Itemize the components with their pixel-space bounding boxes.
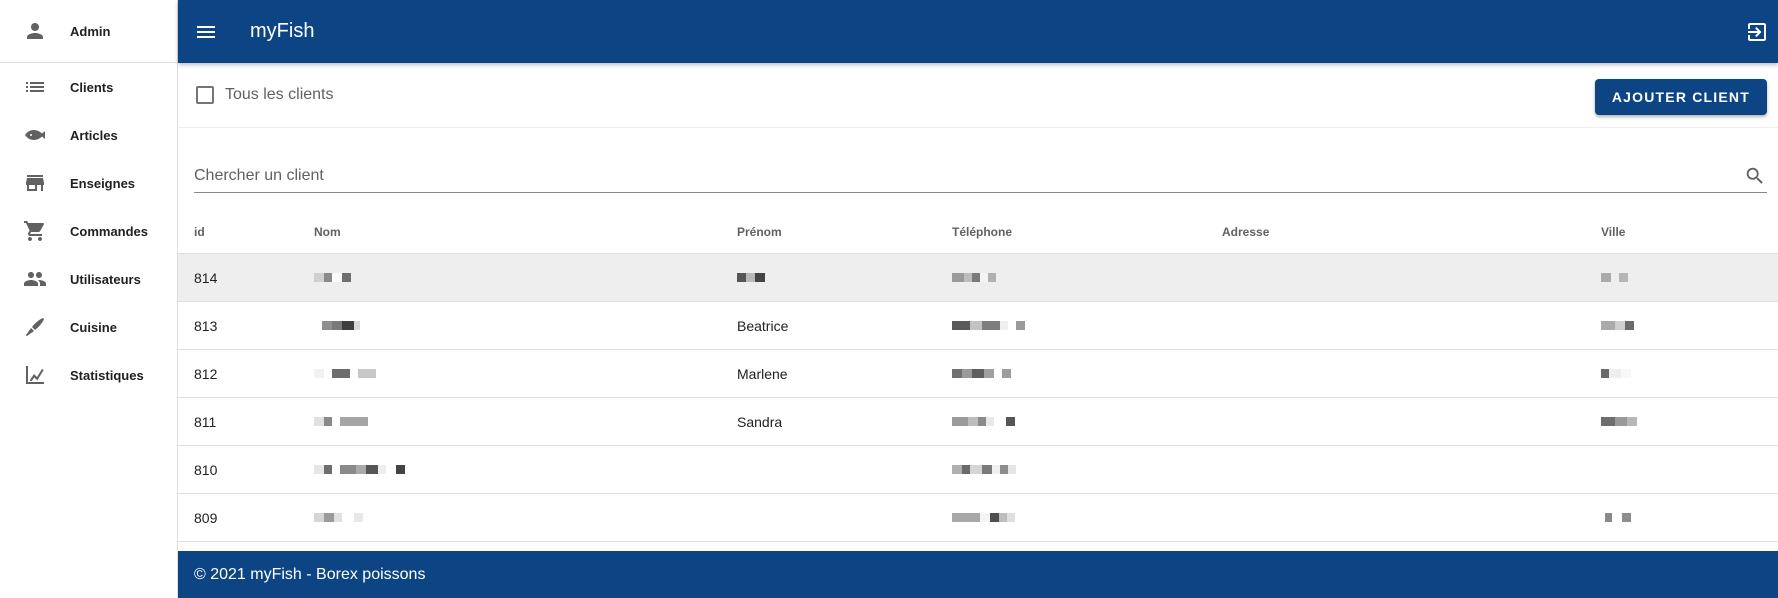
- logout-button[interactable]: [1744, 19, 1770, 45]
- clients-table: id Nom Prénom Téléphone Adresse Ville 81…: [178, 211, 1778, 542]
- search-field: [194, 159, 1767, 193]
- cell-telephone-redacted: [952, 513, 1015, 523]
- cell-nom-redacted: [314, 273, 351, 283]
- column-header-telephone[interactable]: Téléphone: [952, 225, 1012, 239]
- search-input[interactable]: [194, 160, 1743, 191]
- sidebar-user[interactable]: Admin: [0, 0, 177, 63]
- app-title: myFish: [250, 20, 315, 42]
- column-header-id[interactable]: id: [194, 225, 205, 239]
- cell-ville-redacted: [1601, 513, 1631, 523]
- cell-id: 811: [194, 413, 217, 430]
- cell-ville-redacted: [1601, 369, 1631, 379]
- sidebar-item-utilisateurs[interactable]: Utilisateurs: [0, 255, 177, 303]
- column-header-ville[interactable]: Ville: [1601, 225, 1625, 239]
- table-row[interactable]: 809: [178, 494, 1778, 542]
- column-header-adresse[interactable]: Adresse: [1222, 225, 1269, 239]
- cell-id: 812: [194, 365, 218, 382]
- all-clients-label: Tous les clients: [225, 86, 334, 103]
- all-clients-checkbox[interactable]: [196, 86, 214, 104]
- app-root: Admin Clients Articles Enseignes Command…: [0, 0, 1778, 598]
- cell-id: 809: [194, 509, 218, 526]
- cell-nom-redacted: [314, 465, 405, 475]
- sidebar-item-statistiques[interactable]: Statistiques: [0, 351, 177, 399]
- cell-telephone-redacted: [952, 369, 1011, 379]
- search-icon[interactable]: [1743, 164, 1767, 188]
- store-icon: [0, 171, 70, 195]
- cell-prenom-redacted: [737, 273, 765, 283]
- table-row[interactable]: 810: [178, 446, 1778, 494]
- cell-prenom: Sandra: [737, 413, 783, 430]
- sidebar-item-label: Statistiques: [70, 367, 144, 383]
- cell-telephone-redacted: [952, 321, 1025, 331]
- sidebar-item-label: Utilisateurs: [70, 271, 141, 287]
- person-icon: [0, 19, 70, 43]
- add-client-button[interactable]: AJOUTER CLIENT: [1594, 79, 1767, 115]
- sidebar-item-label: Commandes: [70, 223, 149, 239]
- column-header-prenom[interactable]: Prénom: [737, 225, 782, 239]
- table-header: id Nom Prénom Téléphone Adresse Ville: [178, 211, 1778, 254]
- app-footer: © 2021 myFish - Borex poissons: [178, 551, 1778, 598]
- fish-icon: [0, 123, 70, 147]
- footer-text: © 2021 myFish - Borex poissons: [194, 565, 426, 583]
- sidebar-item-articles[interactable]: Articles: [0, 111, 177, 159]
- cell-nom-redacted: [314, 417, 368, 427]
- cell-telephone-redacted: [952, 417, 1015, 427]
- sidebar-item-label: Enseignes: [70, 175, 136, 191]
- table-row[interactable]: 813 Beatrice: [178, 302, 1778, 350]
- sidebar-item-label: Cuisine: [70, 319, 117, 335]
- cell-nom-redacted: [314, 513, 363, 523]
- cell-nom-redacted: [314, 369, 376, 379]
- cell-id: 813: [194, 317, 218, 334]
- cell-ville-redacted: [1601, 417, 1637, 427]
- cell-prenom: Marlene: [737, 365, 788, 382]
- main-content: Tous les clients AJOUTER CLIENT id Nom P…: [178, 63, 1778, 551]
- cell-nom-redacted: [314, 321, 360, 331]
- cell-telephone-redacted: [952, 465, 1016, 475]
- table-row[interactable]: 812 Marlene: [178, 350, 1778, 398]
- menu-icon: [197, 25, 215, 38]
- cell-id: 814: [194, 269, 218, 286]
- chart-icon: [0, 363, 70, 387]
- cell-ville-redacted: [1601, 321, 1634, 331]
- people-icon: [0, 267, 70, 291]
- sidebar-item-cuisine[interactable]: Cuisine: [0, 303, 177, 351]
- sidebar-item-enseignes[interactable]: Enseignes: [0, 159, 177, 207]
- sidebar-item-label: Articles: [70, 127, 118, 143]
- menu-button[interactable]: [178, 0, 234, 63]
- logout-icon: [1748, 23, 1766, 41]
- cell-telephone-redacted: [952, 273, 996, 283]
- filter-row: Tous les clients AJOUTER CLIENT: [178, 63, 1778, 128]
- sidebar-item-label: Clients: [70, 79, 114, 95]
- cell-id: 810: [194, 461, 218, 478]
- list-icon: [0, 75, 70, 99]
- cell-ville-redacted: [1601, 273, 1628, 283]
- sidebar-item-commandes[interactable]: Commandes: [0, 207, 177, 255]
- table-row[interactable]: 811 Sandra: [178, 398, 1778, 446]
- cart-icon: [0, 219, 70, 243]
- sidebar-item-clients[interactable]: Clients: [0, 63, 177, 111]
- sidebar-user-label: Admin: [70, 23, 111, 39]
- cell-prenom: Beatrice: [737, 317, 789, 334]
- knife-icon: [0, 315, 70, 339]
- app-header: myFish: [178, 0, 1778, 63]
- table-row[interactable]: 814: [178, 254, 1778, 302]
- sidebar: Admin Clients Articles Enseignes Command…: [0, 0, 178, 598]
- column-header-nom[interactable]: Nom: [314, 225, 341, 239]
